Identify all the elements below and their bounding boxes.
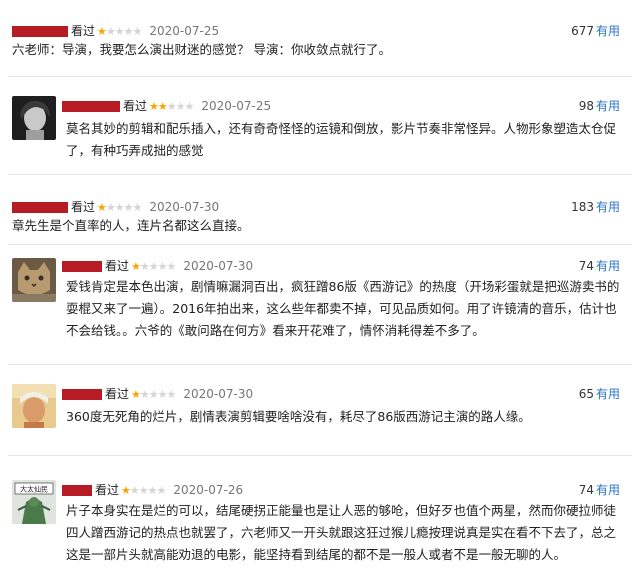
useful-vote[interactable]: 98 有用 [579, 98, 620, 114]
seen-label: 看过 [95, 483, 120, 497]
username-redacted[interactable] [62, 485, 92, 496]
username-redacted[interactable] [62, 261, 102, 272]
review-meta: 看过 ★★★★★ 2020-07-30 [62, 386, 253, 402]
useful-button[interactable]: 有用 [596, 24, 620, 38]
useful-count: 98 [578, 99, 594, 113]
review-meta: 看过 ★★★★★ 2020-07-25 [62, 98, 271, 114]
review-date: 2020-07-25 [149, 24, 220, 38]
useful-count: 74 [578, 259, 594, 273]
divider [8, 174, 632, 175]
useful-count: 183 [571, 200, 594, 214]
review-meta: 看过 ★★★★★ 2020-07-30 [62, 258, 253, 274]
review-date: 2020-07-30 [149, 200, 220, 214]
useful-vote[interactable]: 74 有用 [579, 258, 620, 274]
seen-label: 看过 [105, 387, 130, 401]
user-avatar[interactable]: 大太仙民 [12, 480, 56, 524]
username-redacted[interactable] [62, 389, 102, 400]
review-meta: 看过 ★★★★★ 2020-07-25 [12, 23, 219, 39]
review-content: 莫名其妙的剪辑和配乐插入，还有奇奇怪怪的运镜和倒放，影片节奏非常怪异。人物形象塑… [66, 121, 617, 158]
review-meta: 看过 ★★★★★ 2020-07-26 [62, 482, 243, 498]
useful-count: 65 [578, 387, 594, 401]
review-date: 2020-07-30 [183, 387, 254, 401]
useful-vote[interactable]: 74 有用 [579, 482, 620, 498]
star-rating: ★★★★★ [97, 201, 142, 214]
review-meta: 看过 ★★★★★ 2020-07-30 [12, 199, 219, 215]
useful-button[interactable]: 有用 [596, 259, 620, 273]
username-redacted[interactable] [12, 202, 68, 213]
review-date: 2020-07-26 [173, 483, 244, 497]
star-rating: ★★★★★ [131, 260, 176, 273]
poster-title: 大太仙民 [20, 485, 48, 494]
review-content: 360度无死角的烂片，剧情表演剪辑要啥啥没有，耗尽了86版西游记主演的路人缘。 [66, 409, 531, 424]
seen-label: 看过 [105, 259, 130, 273]
star-rating: ★★★★★ [149, 100, 194, 113]
divider [8, 244, 632, 245]
review-date: 2020-07-25 [201, 99, 272, 113]
star-rating: ★★★★★ [97, 25, 142, 38]
star-rating: ★★★★★ [131, 388, 176, 401]
review-content: 章先生是个直率的人，连片名都这么直接。 [12, 218, 250, 233]
useful-button[interactable]: 有用 [596, 387, 620, 401]
user-avatar[interactable] [12, 96, 56, 140]
seen-label: 看过 [71, 24, 96, 38]
useful-vote[interactable]: 65 有用 [579, 386, 620, 402]
review-date: 2020-07-30 [183, 259, 254, 273]
seen-label: 看过 [123, 99, 148, 113]
useful-button[interactable]: 有用 [596, 99, 620, 113]
useful-count: 74 [578, 483, 594, 497]
useful-count: 677 [571, 24, 594, 38]
useful-button[interactable]: 有用 [596, 200, 620, 214]
divider [8, 364, 632, 365]
user-avatar[interactable] [12, 258, 56, 302]
username-redacted[interactable] [62, 101, 120, 112]
divider [8, 455, 632, 456]
seen-label: 看过 [71, 200, 96, 214]
review-content: 片子本身实在是烂的可以，结尾硬拐正能量也是让人恶的够呛，但好歹也值个两星，然而你… [66, 503, 617, 562]
review-content: 六老师：导演，我要怎么演出财迷的感觉？ 导演：你收敛点就行了。 [12, 42, 391, 57]
review-content: 爱钱肯定是本色出演，剧情嘛漏洞百出，疯狂蹭86版《西游记》的热度（开场彩蛋就是把… [66, 279, 620, 338]
star-rating: ★★★★★ [121, 484, 166, 497]
username-redacted[interactable] [12, 26, 68, 37]
useful-button[interactable]: 有用 [596, 483, 620, 497]
useful-vote[interactable]: 677 有用 [571, 23, 620, 39]
divider [8, 76, 632, 77]
user-avatar[interactable] [12, 384, 56, 428]
useful-vote[interactable]: 183 有用 [571, 199, 620, 215]
